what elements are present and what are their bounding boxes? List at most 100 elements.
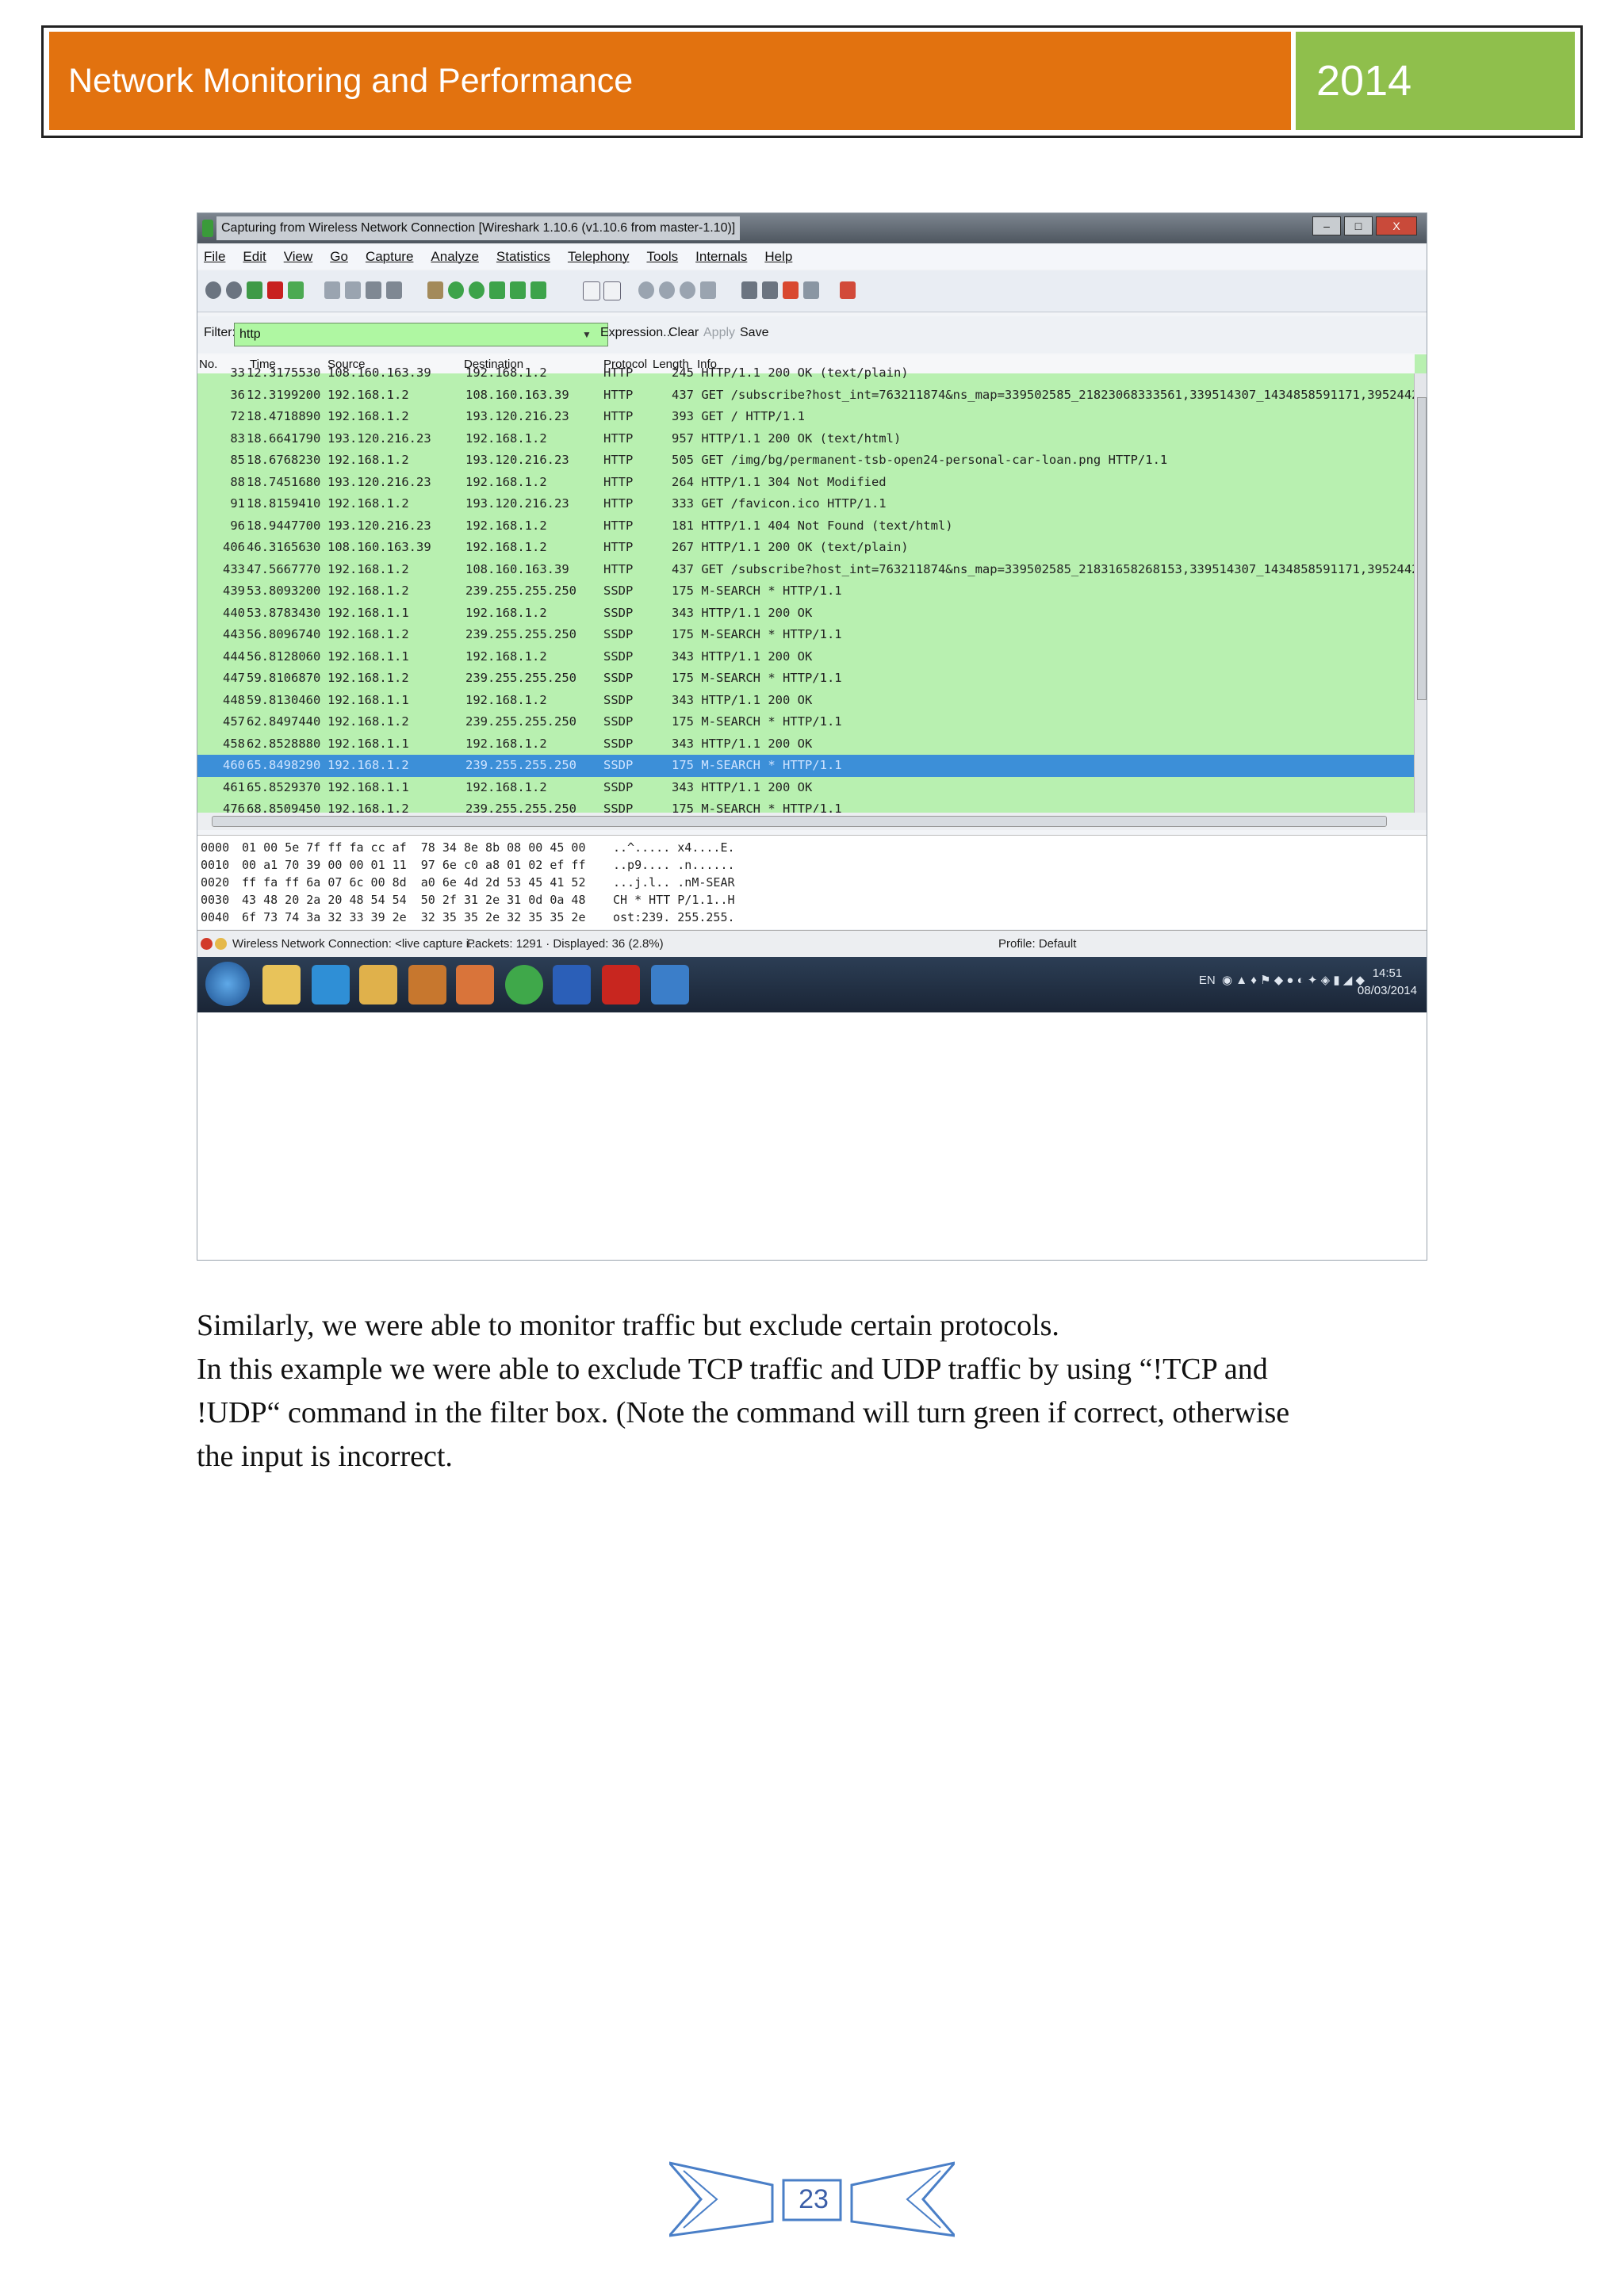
packet-bytes-pane: 0000 01 00 5e 7f ff fa cc af 78 34 8e 8b …	[197, 835, 1427, 929]
display-filter-input[interactable]: http	[234, 323, 608, 346]
menu-analyze[interactable]: Analyze	[431, 249, 478, 265]
packet-cell-no: 443	[223, 627, 245, 641]
packet-row[interactable]: 447 59.8106870 192.168.1.2 239.255.255.250 S…	[197, 668, 1415, 690]
packet-row[interactable]: 33 12.3175530 108.160.163.39 192.168.1.2 HTT…	[197, 362, 1415, 385]
packet-cell-dst: 239.255.255.250	[465, 714, 576, 729]
packet-cell-no: 88	[230, 474, 245, 489]
close-button[interactable]: X	[1376, 216, 1417, 235]
tray-icons[interactable]: ◉ ▲ ♦ ⚑ ◆ ● ◐ ✦ ◈ ▮ ◢ ◆	[1219, 974, 1365, 987]
packet-row[interactable]: 439 53.8093200 192.168.1.2 239.255.255.250 S…	[197, 580, 1415, 603]
packet-cell-no: 448	[223, 692, 245, 707]
filter-expression-button[interactable]: Expression...	[600, 326, 673, 340]
packet-row[interactable]: 440 53.8783430 192.168.1.1 192.168.1.2 SSDP 3…	[197, 603, 1415, 625]
capture-filters-icon[interactable]	[741, 281, 757, 299]
filter-clear-button[interactable]: Clear	[668, 326, 699, 340]
open-file-icon[interactable]	[324, 281, 340, 299]
menu-go[interactable]: Go	[330, 249, 348, 265]
window-titlebar: Capturing from Wireless Network Connecti…	[197, 213, 1427, 243]
packet-row[interactable]: 96 18.9447700 193.120.216.23 192.168.1.2 HTT…	[197, 515, 1415, 538]
resize-columns-icon[interactable]	[700, 281, 716, 299]
packet-cell-proto: SSDP	[603, 802, 634, 813]
horizontal-scrollbar[interactable]	[197, 813, 1427, 830]
go-first-icon[interactable]	[510, 281, 526, 299]
media-center-icon[interactable]	[408, 965, 446, 1004]
packet-row[interactable]: 476 68.8509450 192.168.1.2 239.255.255.250 S…	[197, 798, 1415, 813]
packet-cell-info: 264 HTTP/1.1 304 Not Modified	[672, 474, 887, 489]
packet-row[interactable]: 83 18.6641790 193.120.216.23 192.168.1.2 HTT…	[197, 428, 1415, 450]
packet-row[interactable]: 36 12.3199200 192.168.1.2 108.160.163.39 HTT…	[197, 385, 1415, 407]
packet-row[interactable]: 448 59.8130460 192.168.1.1 192.168.1.2 SSDP 3…	[197, 690, 1415, 712]
packet-row-selected[interactable]: 460 65.8498290 192.168.1.2 239.255.255.250 S…	[197, 755, 1415, 777]
coloring-rules-icon[interactable]	[783, 281, 799, 299]
packet-cell-dst: 192.168.1.2	[465, 736, 547, 751]
go-last-icon[interactable]	[530, 281, 546, 299]
packet-row[interactable]: 461 65.8529370 192.168.1.1 192.168.1.2 SSDP 3…	[197, 777, 1415, 799]
options-icon[interactable]	[226, 281, 242, 299]
menu-telephony[interactable]: Telephony	[568, 249, 630, 265]
packet-row[interactable]: 85 18.6768230 192.168.1.2 193.120.216.23 HTT…	[197, 450, 1415, 472]
filter-dropdown-icon[interactable]: ▼	[581, 323, 592, 346]
packet-row[interactable]: 406 46.3165630 108.160.163.39 192.168.1.2 HT…	[197, 537, 1415, 559]
autoscroll-icon[interactable]	[603, 281, 621, 300]
packet-row[interactable]: 91 18.8159410 192.168.1.2 193.120.216.23 HTT…	[197, 493, 1415, 515]
find-packet-icon[interactable]	[427, 281, 443, 299]
restart-capture-icon[interactable]	[288, 281, 304, 299]
menu-help[interactable]: Help	[764, 249, 792, 265]
taskbar-clock[interactable]: 14:51 08/03/2014	[1358, 965, 1417, 1000]
display-filters-icon[interactable]	[762, 281, 778, 299]
capture-comment-icon[interactable]	[215, 938, 227, 950]
packet-row[interactable]: 457 62.8497440 192.168.1.2 239.255.255.250 S…	[197, 711, 1415, 733]
filter-save-button[interactable]: Save	[740, 326, 768, 340]
maximize-button[interactable]: □	[1344, 216, 1373, 235]
close-file-icon[interactable]	[366, 281, 381, 299]
media-player-icon[interactable]	[456, 965, 494, 1004]
packet-row[interactable]: 443 56.8096740 192.168.1.2 239.255.255.250 S…	[197, 624, 1415, 646]
preferences-icon[interactable]	[803, 281, 819, 299]
wireshark-taskbar-icon[interactable]	[651, 965, 689, 1004]
start-button-icon[interactable]	[205, 962, 250, 1006]
menu-capture[interactable]: Capture	[366, 249, 413, 265]
menu-view[interactable]: View	[284, 249, 313, 265]
menu-edit[interactable]: Edit	[243, 249, 266, 265]
menu-tools[interactable]: Tools	[646, 249, 678, 265]
packet-cell-no: 33	[230, 365, 245, 380]
go-back-icon[interactable]	[448, 281, 464, 299]
save-file-icon[interactable]	[345, 281, 361, 299]
go-to-packet-icon[interactable]	[489, 281, 505, 299]
packet-list-scrollbar[interactable]	[1414, 373, 1427, 813]
menu-internals[interactable]: Internals	[695, 249, 747, 265]
calculator-icon[interactable]	[359, 965, 397, 1004]
language-indicator[interactable]: EN	[1199, 974, 1216, 987]
interfaces-icon[interactable]	[205, 281, 221, 299]
help-icon[interactable]	[840, 281, 856, 299]
zoom-normal-icon[interactable]	[680, 281, 695, 299]
colorize-icon[interactable]	[583, 281, 600, 300]
start-capture-icon[interactable]	[247, 281, 262, 299]
zoom-in-icon[interactable]	[638, 281, 654, 299]
reload-icon[interactable]	[386, 281, 402, 299]
menu-file[interactable]: File	[204, 249, 225, 265]
packet-cell-proto: HTTP	[603, 365, 634, 380]
internet-explorer-icon[interactable]	[312, 965, 350, 1004]
zoom-out-icon[interactable]	[659, 281, 675, 299]
menu-statistics[interactable]: Statistics	[496, 249, 550, 265]
status-profile[interactable]: Profile: Default	[998, 937, 1076, 951]
packet-cell-proto: SSDP	[603, 584, 634, 598]
filter-apply-button[interactable]: Apply	[703, 326, 735, 340]
file-explorer-icon[interactable]	[262, 965, 301, 1004]
acrobat-icon[interactable]	[602, 965, 640, 1004]
packet-row[interactable]: 433 47.5667770 192.168.1.2 108.160.163.39 HT…	[197, 559, 1415, 581]
chrome-icon[interactable]	[505, 965, 543, 1004]
stop-capture-icon[interactable]	[267, 281, 283, 299]
packet-row[interactable]: 88 18.7451680 193.120.216.23 192.168.1.2 HTT…	[197, 472, 1415, 494]
minimize-button[interactable]: –	[1312, 216, 1341, 235]
packet-row[interactable]: 444 56.8128060 192.168.1.1 192.168.1.2 SSDP 3…	[197, 646, 1415, 668]
expert-info-icon[interactable]	[201, 938, 213, 950]
scrollbar-thumb[interactable]	[1417, 397, 1427, 700]
word-icon[interactable]	[553, 965, 591, 1004]
packet-row[interactable]: 458 62.8528880 192.168.1.1 192.168.1.2 SSDP 3…	[197, 733, 1415, 756]
go-forward-icon[interactable]	[469, 281, 485, 299]
packet-row[interactable]: 72 18.4718890 192.168.1.2 193.120.216.23 HTT…	[197, 406, 1415, 428]
filter-label: Filter:	[204, 326, 236, 339]
horizontal-scrollbar-thumb[interactable]	[212, 816, 1387, 827]
